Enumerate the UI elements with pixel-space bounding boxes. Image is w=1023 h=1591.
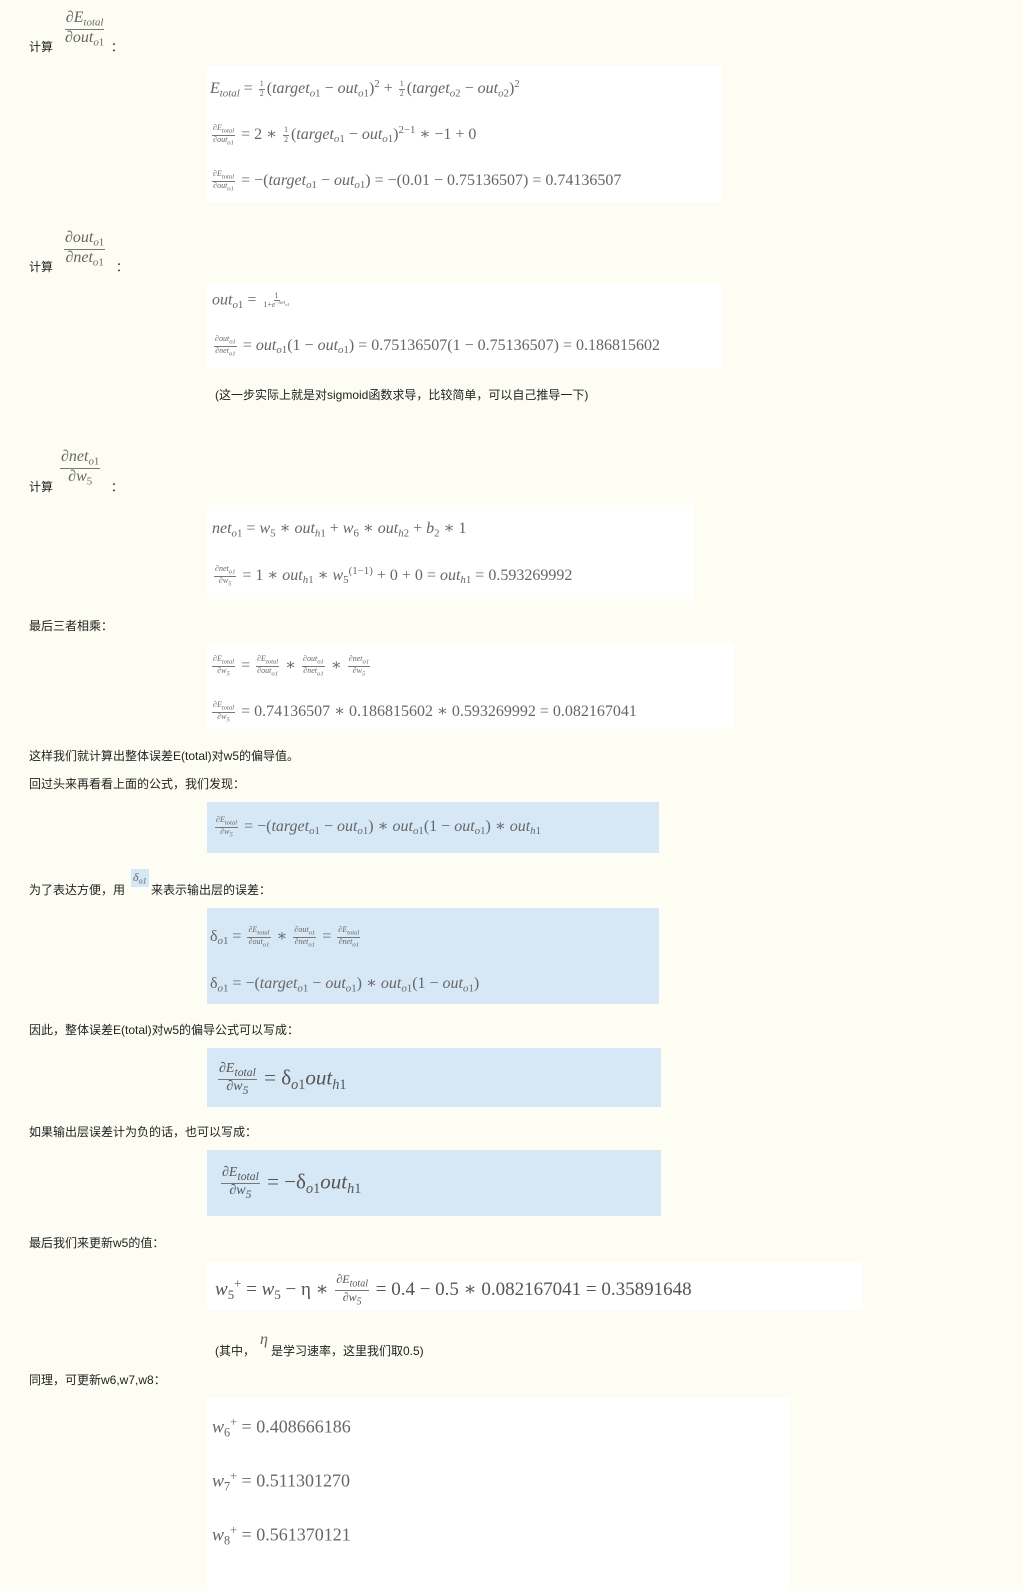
formula-chain-value: ∂Etotal ∂w5 = 0.74136507 ∗ 0.186815602 ∗ …: [212, 700, 637, 724]
formula-dE-dw5-negative-delta: ∂Etotal ∂w5 = −δo1outh1: [221, 1165, 362, 1201]
colon-1: ：: [111, 40, 124, 54]
compute-label-2: 计算: [29, 260, 54, 274]
formula-chain-rule: ∂Etotal ∂w5 = ∂Etotal ∂outo1 ∗ ∂outo1 ∂neto…: [212, 654, 371, 678]
update-w5-text: 最后我们来更新w5的值：: [29, 1236, 165, 1250]
formula-w7-new: w7+ = 0.511301270: [212, 1469, 351, 1494]
compute-label-3: 计算: [29, 480, 54, 494]
computed-partial-text: 这样我们就计算出整体误差E(total)对w5的偏导值。: [29, 749, 300, 763]
formula-dnet-dw5-value: ∂neto1 ∂w5 = 1 ∗ outh1 ∗ w5(1−1) + 0 + 0 …: [214, 564, 573, 588]
formula-delta-expanded: δo1 = −(targeto1 − outo1) ∗ outo1(1 − ou…: [210, 975, 480, 995]
formula-net-o1: neto1 = w5 ∗ outh1 + w6 ∗ outh2 + b2 ∗ 1: [212, 520, 467, 540]
therefore-text: 因此，整体误差E(total)对w5的偏导公式可以写成：: [29, 1023, 300, 1037]
formula-w6-new: w6+ = 0.408666186: [212, 1415, 351, 1440]
dE-dout-heading-formula: ∂Etotal ∂outo1: [64, 9, 105, 49]
formula-sigmoid: outo1 = 1 1+e−neto1: [212, 291, 290, 312]
for-convenience-text-2: 来表示输出层的误差：: [151, 883, 272, 897]
formula-dE-dw5-expanded: ∂Etotal ∂w5 = −(targeto1 − outo1) ∗ outo1…: [215, 815, 542, 839]
look-back-text: 回过头来再看看上面的公式，我们发现：: [29, 777, 246, 791]
formula-etotal: Etotal = 1 2 (targeto1 − outo1)2 + 1 2 (targ…: [210, 78, 520, 100]
document-page: ∂Etotal ∂outo1 计算 ： Etotal = 1 2 (targeto1 …: [0, 0, 1023, 1591]
formula-dE-dout-value: ∂Etotal ∂outo1 = −(targeto1 − outo1) = −(…: [212, 169, 622, 193]
formula-w5-update: w5+ = w5 − η ∗ ∂Etotal ∂w5 = 0.4 − 0.5 ∗ …: [215, 1272, 692, 1308]
formula-dE-dw5-delta: ∂Etotal ∂w5 = δo1outh1: [218, 1061, 347, 1097]
delta-o1-inline-symbol: δo1: [131, 869, 149, 887]
for-convenience-text-1: 为了表达方便，用: [29, 883, 126, 897]
eta-note-2: 是学习速率，这里我们取0.5): [271, 1344, 424, 1358]
eta-symbol: η: [260, 1331, 268, 1348]
eta-note-1: (其中，: [215, 1344, 255, 1358]
likewise-text: 同理，可更新w6,w7,w8：: [29, 1373, 166, 1387]
formula-dout-dnet-value: ∂outo1 ∂neto1 = outo1(1 − outo1) = 0.7513…: [214, 334, 660, 358]
dnet-dw5-heading-formula: ∂neto1 ∂w5: [60, 448, 101, 488]
compute-label-1: 计算: [29, 40, 54, 54]
colon-2: ：: [116, 260, 129, 274]
if-negative-text: 如果输出层误差计为负的话，也可以写成：: [29, 1125, 258, 1139]
multiply-three-label: 最后三者相乘：: [29, 619, 114, 633]
formula-delta-definition: δo1 = ∂Etotal ∂outo1 ∗ ∂outo1 ∂neto1 = ∂Et…: [210, 925, 361, 949]
formula-w8-new: w8+ = 0.561370121: [212, 1523, 351, 1548]
dout-dnet-heading-formula: ∂outo1 ∂neto1: [64, 229, 106, 269]
sigmoid-note: (这一步实际上就是对sigmoid函数求导，比较简单，可以自己推导一下): [215, 388, 589, 402]
colon-3: ：: [111, 480, 124, 494]
formula-dE-dout-derivation: ∂Etotal ∂outo1 = 2 ∗ 1 2 (targeto1 − outo1)…: [212, 123, 477, 147]
